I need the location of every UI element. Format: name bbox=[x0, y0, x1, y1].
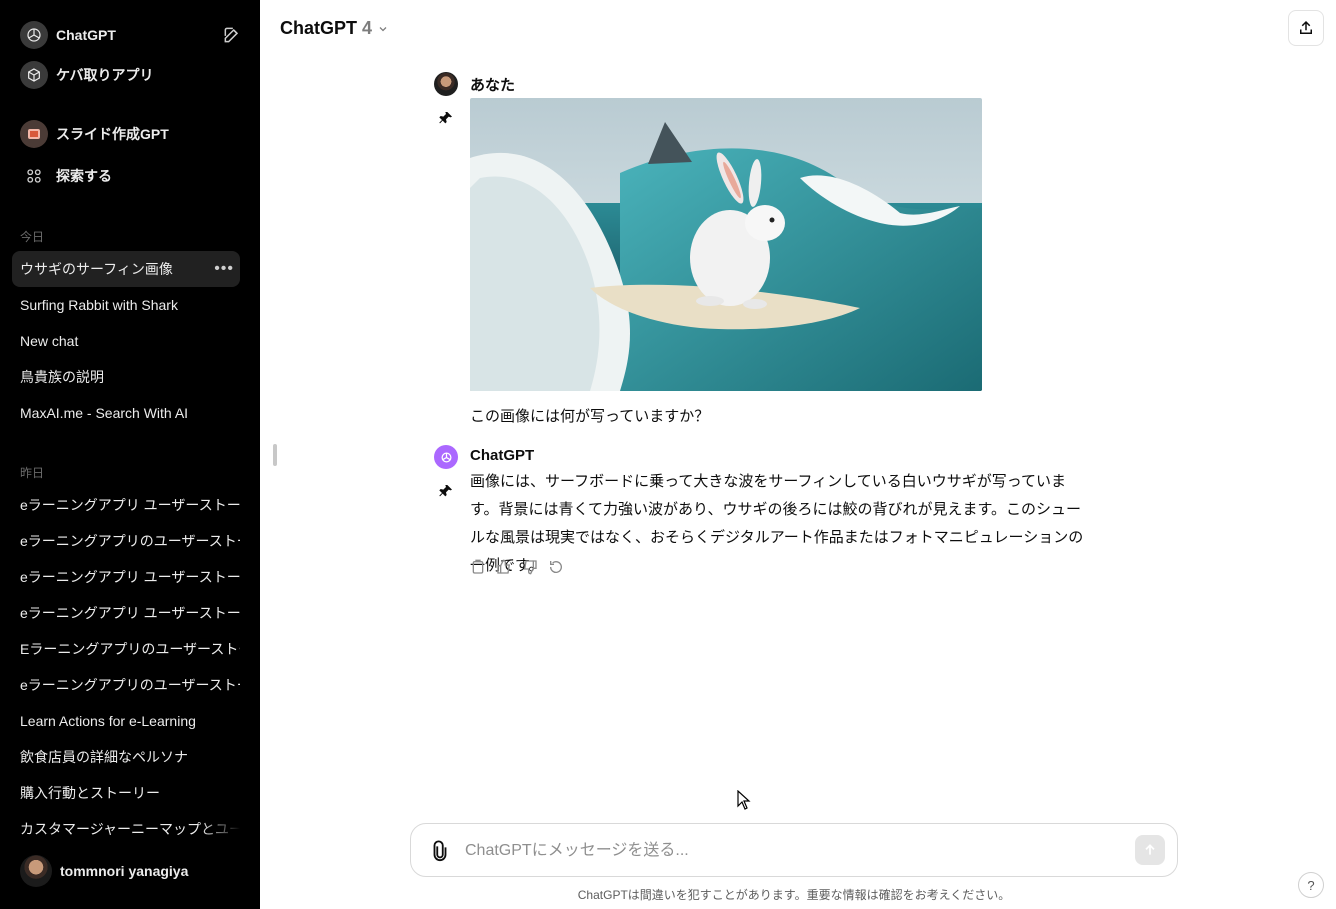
openai-logo-icon bbox=[20, 21, 48, 49]
chat-item[interactable]: Surfing Rabbit with Shark bbox=[12, 287, 240, 323]
chat-item[interactable]: ウサギのサーフィン画像 ••• bbox=[12, 251, 240, 287]
edit-icon[interactable] bbox=[222, 25, 242, 45]
message-input[interactable] bbox=[465, 838, 1105, 864]
uploaded-image[interactable] bbox=[470, 98, 982, 391]
slide-icon bbox=[20, 120, 48, 148]
chat-item-label: eラーニングアプリ ユーザーストーリー bbox=[20, 605, 240, 621]
chat-item[interactable]: eラーニングアプリのユーザーストーリー bbox=[12, 523, 240, 559]
assistant-avatar bbox=[434, 445, 458, 469]
chat-item-label: eラーニングアプリのユーザーストーリー bbox=[20, 533, 240, 549]
chat-item[interactable]: eラーニングアプリ ユーザーストーリー bbox=[12, 487, 240, 523]
explore-gpts-button[interactable]: 探索する bbox=[12, 159, 248, 193]
pin-icon[interactable] bbox=[438, 483, 454, 499]
yesterday-chat-list: eラーニングアプリ ユーザーストーリー eラーニングアプリのユーザーストーリー … bbox=[12, 487, 240, 847]
chat-item-label: 飲食店員の詳細なペルソナ bbox=[20, 749, 188, 765]
chat-item[interactable]: eラーニングアプリ ユーザーストーリー bbox=[12, 559, 240, 595]
chat-item-label: MaxAI.me - Search With AI bbox=[20, 405, 189, 421]
user-author: あなた bbox=[470, 77, 516, 94]
chat-item[interactable]: New chat bbox=[12, 323, 240, 359]
chat-item-label: ウサギのサーフィン画像 bbox=[20, 261, 173, 277]
thumbs-down-icon[interactable] bbox=[522, 559, 538, 575]
today-chat-list: ウサギのサーフィン画像 ••• Surfing Rabbit with Shar… bbox=[12, 251, 240, 431]
model-version: 4 bbox=[362, 18, 373, 38]
chat-item-label: eラーニングアプリ ユーザーストーリー bbox=[20, 497, 240, 513]
more-options-icon[interactable]: ••• bbox=[214, 260, 234, 278]
arrow-up-icon bbox=[1145, 844, 1155, 855]
chat-item[interactable]: 購入行動とストーリー bbox=[12, 775, 240, 811]
assistant-author: ChatGPT bbox=[470, 447, 535, 464]
chat-item-label: Surfing Rabbit with Shark bbox=[20, 297, 178, 313]
chat-item[interactable]: Eラーニングアプリのユーザーストーリー bbox=[12, 631, 240, 667]
pin-icon[interactable] bbox=[438, 110, 454, 126]
send-button[interactable] bbox=[1135, 835, 1165, 865]
today-section-label: 今日 bbox=[20, 230, 45, 244]
chat-item[interactable]: カスタマージャーニーマップとユーザーストーリー bbox=[12, 811, 240, 847]
surfing-rabbit-image bbox=[470, 98, 982, 391]
share-icon bbox=[1300, 20, 1312, 34]
sidebar-resize-handle[interactable] bbox=[273, 444, 277, 466]
gpt-item-label: ケバ取りアプリ bbox=[56, 67, 154, 83]
chat-item[interactable]: eラーニングアプリのユーザーストーリー bbox=[12, 667, 240, 703]
grid-icon bbox=[20, 162, 48, 190]
yesterday-section-label: 昨日 bbox=[20, 466, 45, 480]
gpt-item-kebatori[interactable]: ケバ取りアプリ bbox=[12, 58, 248, 92]
regenerate-icon[interactable] bbox=[548, 559, 564, 575]
sidebar: ChatGPT ケバ取りアプリ スライド作成GPT 探索する 今日 ウサギのサー… bbox=[0, 0, 260, 909]
avatar bbox=[20, 855, 52, 887]
text-fade bbox=[200, 811, 240, 847]
share-button[interactable] bbox=[1288, 10, 1324, 46]
chat-item-label: 購入行動とストーリー bbox=[20, 785, 160, 801]
user-name: tommnori yanagiya bbox=[60, 863, 189, 879]
box-icon bbox=[20, 61, 48, 89]
new-chat-button[interactable]: ChatGPT bbox=[12, 18, 248, 52]
model-name: ChatGPT bbox=[280, 18, 358, 38]
chat-item[interactable]: eラーニングアプリ ユーザーストーリー bbox=[12, 595, 240, 631]
chat-item-label: Eラーニングアプリのユーザーストーリー bbox=[20, 641, 240, 657]
user-avatar bbox=[434, 72, 458, 96]
disclaimer-text: ChatGPTは間違いを犯すことがあります。重要な情報は確認をお考えください。 bbox=[577, 888, 1011, 902]
gpt-item-label: スライド作成GPT bbox=[56, 126, 169, 142]
openai-logo-icon bbox=[441, 452, 451, 462]
app-name: ChatGPT bbox=[56, 27, 116, 43]
message-actions bbox=[470, 559, 564, 575]
copy-icon[interactable] bbox=[470, 559, 486, 575]
chat-item[interactable]: MaxAI.me - Search With AI bbox=[12, 395, 240, 431]
chat-item-label: New chat bbox=[20, 333, 79, 349]
chat-item[interactable]: 飲食店員の詳細なペルソナ bbox=[12, 739, 240, 775]
explore-label: 探索する bbox=[56, 168, 112, 184]
chat-item-label: 鳥貴族の説明 bbox=[20, 369, 104, 385]
chat-item-label: eラーニングアプリ ユーザーストーリー bbox=[20, 569, 240, 585]
chat-item[interactable]: 鳥貴族の説明 bbox=[12, 359, 240, 395]
chat-item-label: eラーニングアプリのユーザーストーリー bbox=[20, 677, 240, 693]
user-message-text: この画像には何が写っていますか？ bbox=[470, 408, 710, 425]
message-composer bbox=[410, 823, 1178, 877]
thumbs-up-icon[interactable] bbox=[496, 559, 512, 575]
gpt-item-slide[interactable]: スライド作成GPT bbox=[12, 117, 248, 151]
chevron-down-icon bbox=[379, 26, 387, 31]
chat-item[interactable]: Learn Actions for e-Learning bbox=[12, 703, 240, 739]
model-selector[interactable]: ChatGPT 4 bbox=[280, 18, 389, 39]
user-menu-button[interactable]: tommnori yanagiya bbox=[12, 852, 248, 890]
sidebar-top: ChatGPT ケバ取りアプリ スライド作成GPT 探索する bbox=[12, 18, 248, 193]
paperclip-icon[interactable] bbox=[429, 839, 451, 863]
help-button[interactable]: ? bbox=[1298, 872, 1324, 898]
chat-item-label: Learn Actions for e-Learning bbox=[20, 713, 196, 729]
mouse-cursor-icon bbox=[737, 790, 751, 810]
